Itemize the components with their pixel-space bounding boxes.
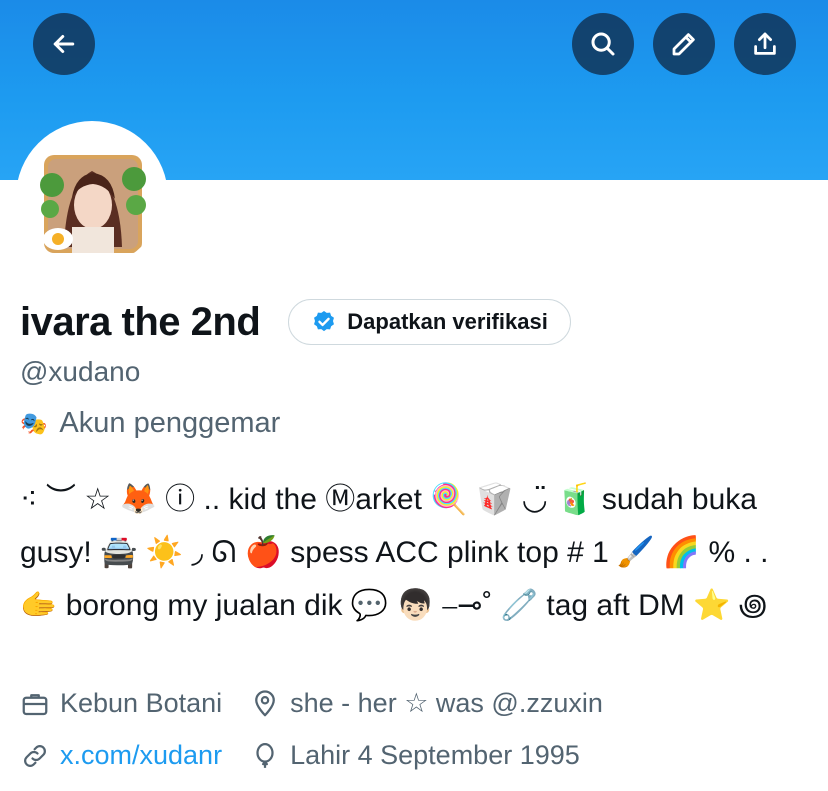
get-verified-label: Dapatkan verifikasi [347,309,548,334]
get-verified-button[interactable]: Dapatkan verifikasi [288,299,571,345]
theater-mask-icon: 🎭 [20,410,48,436]
category-label: Akun penggemar [59,407,281,439]
link-icon [24,744,46,767]
website-link[interactable]: x.com/xudanr [60,740,222,771]
birthday-item: Lahir 4 September 1995 [250,740,580,771]
edit-profile-button[interactable] [653,13,715,75]
avatar-ring[interactable] [16,121,168,273]
work-location-item: Kebun Botani [20,688,222,719]
user-handle: @xudano [20,356,141,387]
arrow-left-icon [53,35,75,53]
profile-bio: ⁖ ︶ ☆ 🦊 ⓘ .. kid the Ⓜarket 🍭 🥡 ◡̈ 🧃 sud… [20,483,769,622]
avatar[interactable] [22,127,162,267]
profile-meta-row-1: Kebun Botani she - her ☆ was @.zzuxin [20,688,631,719]
location-pin-icon [255,689,276,716]
name-row: ivara the 2nd Dapatkan verifikasi [20,296,571,348]
share-upload-icon [754,32,776,55]
pencil-icon [672,33,695,56]
balloon-icon [256,742,274,768]
briefcase-icon [22,693,48,715]
display-name: ivara the 2nd [20,300,261,344]
share-button[interactable] [734,13,796,75]
back-button[interactable] [33,13,95,75]
birthday-text: Lahir 4 September 1995 [290,740,580,770]
avatar-image [22,127,162,267]
search-button[interactable] [572,13,634,75]
work-location-text: Kebun Botani [60,688,223,718]
professional-category: 🎭 Akun penggemar [20,407,280,440]
location-text: she - her ☆ was @.zzuxin [290,688,603,718]
verified-badge-icon [314,310,335,332]
website-item[interactable]: x.com/xudanr [20,740,222,771]
profile-meta-row-2: x.com/xudanr Lahir 4 September 1995 [20,740,608,771]
search-icon [591,32,615,56]
location-item: she - her ☆ was @.zzuxin [250,688,603,719]
